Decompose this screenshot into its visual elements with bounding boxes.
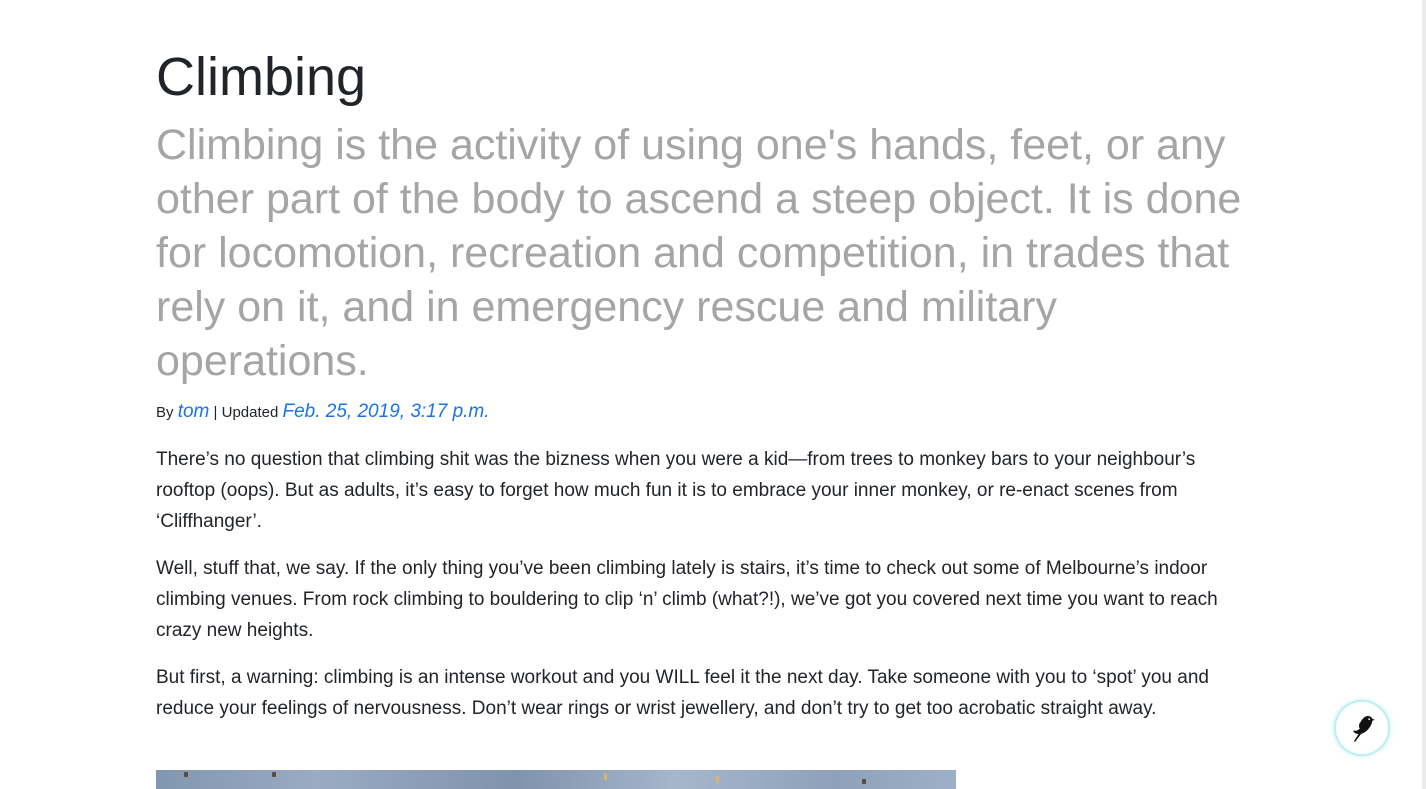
image-detail xyxy=(604,773,607,780)
image-detail xyxy=(184,772,188,777)
image-detail xyxy=(862,779,866,784)
image-detail xyxy=(716,776,719,783)
byline-updated-label: | Updated xyxy=(213,404,279,421)
page-title: Climbing xyxy=(156,47,367,107)
byline-by-label: By xyxy=(156,404,174,421)
floating-action-button[interactable] xyxy=(1334,700,1390,756)
article-lead: Climbing is the activity of using one's … xyxy=(156,121,1242,385)
image-detail xyxy=(272,772,276,777)
paragraph: There’s no question that climbing shit w… xyxy=(156,449,1196,532)
climbing-wall-image xyxy=(156,770,956,789)
scrollbar-track[interactable] xyxy=(1422,0,1426,789)
article-body: There’s no question that climbing shit w… xyxy=(156,444,1256,740)
paragraph: Well, stuff that, we say. If the only th… xyxy=(156,558,1218,641)
bird-icon xyxy=(1353,716,1375,742)
author-link[interactable]: tom xyxy=(178,401,210,422)
byline: By tom | Updated Feb. 25, 2019, 3:17 p.m… xyxy=(156,400,490,425)
updated-date-link[interactable]: Feb. 25, 2019, 3:17 p.m. xyxy=(283,401,490,422)
paragraph: But first, a warning: climbing is an int… xyxy=(156,667,1209,719)
